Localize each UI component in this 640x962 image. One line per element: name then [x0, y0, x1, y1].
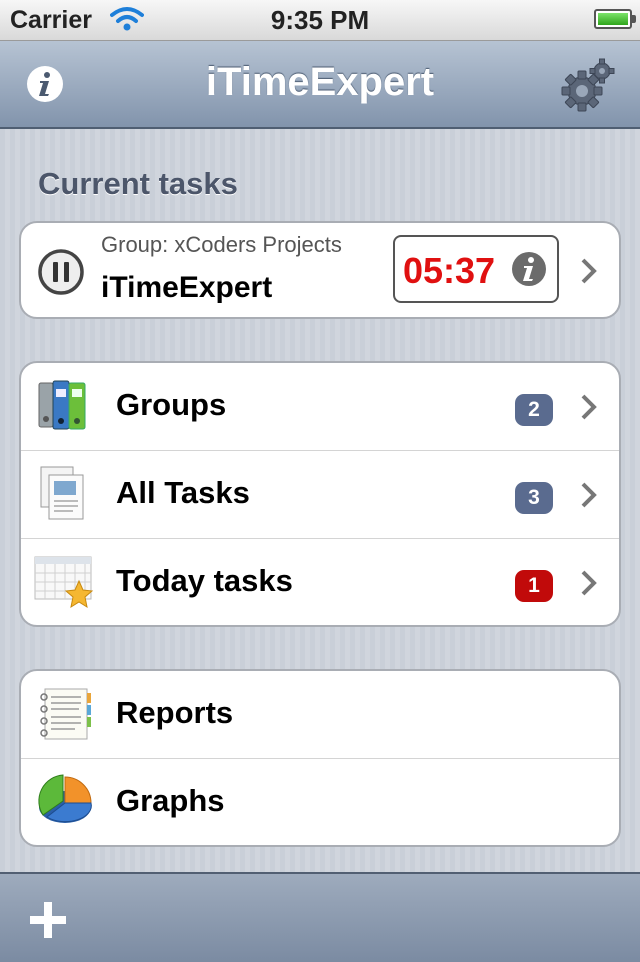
calendar-star-icon [34, 556, 94, 609]
pause-icon[interactable] [37, 248, 85, 296]
chevron-right-icon [581, 482, 597, 508]
plus-icon[interactable] [28, 900, 68, 940]
reports-group: Reports Graphs [19, 669, 621, 847]
nav-title: iTimeExpert [205, 60, 435, 104]
status-bar: Carrier 9:35 PM [0, 0, 640, 41]
battery-icon [594, 9, 636, 29]
menu-item-today-tasks[interactable]: Today tasks 1 [21, 539, 619, 625]
section-title-current-tasks: Current tasks [38, 166, 238, 201]
count-badge: 2 [515, 394, 553, 426]
menu-group: Groups 2 All Tasks 3 Today tasks 1 [19, 361, 621, 627]
current-task-cell[interactable]: Group: xCoders Projects iTimeExpert 05:3… [19, 221, 621, 319]
menu-item-all-tasks[interactable]: All Tasks 3 [21, 451, 619, 539]
gear-icon[interactable] [560, 57, 616, 113]
notebook-icon [40, 688, 91, 740]
menu-item-reports[interactable]: Reports [21, 671, 619, 759]
count-badge: 3 [515, 482, 553, 514]
menu-item-label: Groups [116, 387, 227, 422]
menu-item-label: All Tasks [116, 475, 250, 510]
timer-box[interactable]: 05:37 [393, 235, 559, 303]
pie-chart-icon [38, 774, 92, 823]
chevron-right-icon [581, 570, 597, 596]
folders-icon [38, 380, 86, 430]
navigation-bar: iTimeExpert [0, 41, 640, 129]
chevron-right-icon [581, 394, 597, 420]
menu-item-label: Graphs [116, 783, 225, 818]
task-group-label: Group: xCoders Projects [101, 232, 342, 257]
info-icon[interactable] [511, 251, 547, 287]
documents-icon [40, 466, 84, 520]
menu-item-label: Reports [116, 695, 234, 730]
task-name: iTimeExpert [101, 271, 273, 304]
bottom-toolbar [0, 872, 640, 962]
menu-item-groups[interactable]: Groups 2 [21, 363, 619, 451]
menu-item-label: Today tasks [116, 563, 293, 598]
count-badge: 1 [515, 570, 553, 602]
status-time: 9:35 PM [270, 5, 370, 35]
task-timer: 05:37 [403, 250, 496, 291]
chevron-right-icon [581, 258, 597, 284]
menu-item-graphs[interactable]: Graphs [21, 759, 619, 845]
